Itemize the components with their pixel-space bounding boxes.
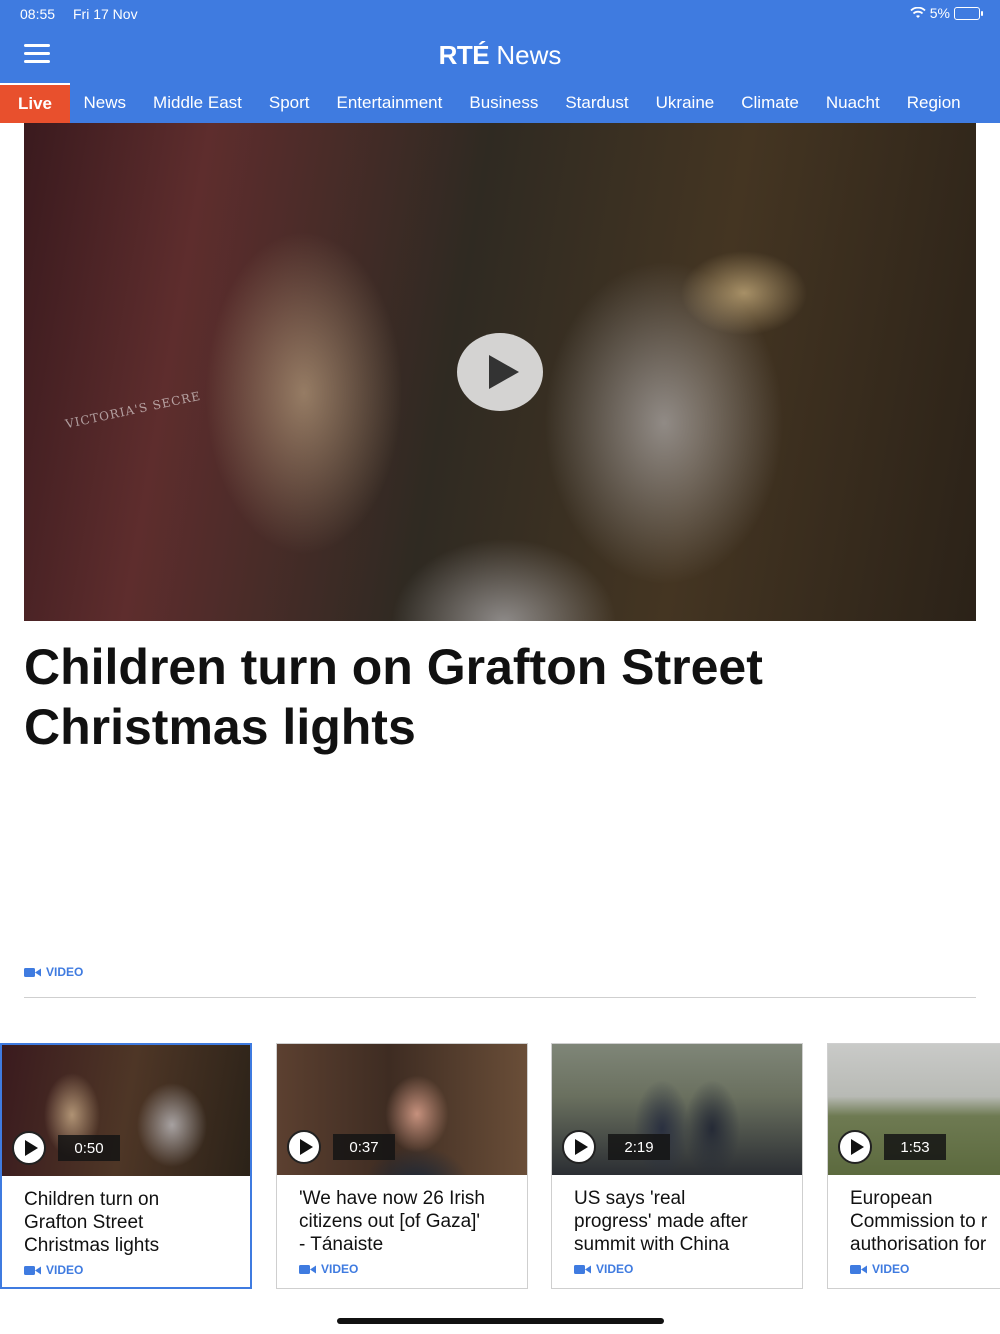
video-card-tag-label: VIDEO: [872, 1262, 910, 1276]
video-duration: 0:50: [58, 1135, 120, 1161]
status-time: 08:55: [20, 6, 56, 22]
wifi-icon: [910, 7, 926, 18]
video-card[interactable]: 0:50 Children turn on Grafton Street Chr…: [0, 1043, 252, 1289]
play-icon[interactable]: [457, 333, 543, 411]
home-indicator[interactable]: [337, 1318, 664, 1324]
video-card-tag: VIDEO: [299, 1262, 358, 1276]
video-thumbnail[interactable]: 1:53: [828, 1044, 1000, 1175]
hero-video-tag: VIDEO: [24, 965, 83, 979]
play-icon[interactable]: [562, 1130, 596, 1164]
video-camera-icon: [850, 1264, 867, 1274]
video-camera-icon: [299, 1264, 316, 1274]
video-thumbnail[interactable]: 0:50: [2, 1045, 250, 1176]
divider: [24, 997, 976, 998]
hero-video[interactable]: VICTORIA'S SECRE: [24, 123, 976, 621]
nav-tab-region[interactable]: Region: [893, 83, 974, 123]
video-thumbnail[interactable]: 0:37: [277, 1044, 527, 1175]
app-header: 08:55 Fri 17 Nov 5% RTÉ News: [0, 0, 1000, 83]
brand-logo-text: News: [496, 40, 562, 70]
video-card[interactable]: 0:37 'We have now 26 Irish citizens out …: [276, 1043, 528, 1289]
video-camera-icon: [24, 967, 41, 977]
nav-tab-entertainment[interactable]: Entertainment: [323, 83, 456, 123]
status-date: Fri 17 Nov: [73, 6, 138, 22]
nav-tab-stardust[interactable]: Stardust: [552, 83, 642, 123]
battery-percent: 5%: [929, 5, 950, 21]
nav-tab-nuacht[interactable]: Nuacht: [812, 83, 893, 123]
video-card-title[interactable]: 'We have now 26 Irish citizens out [of G…: [299, 1187, 527, 1256]
status-indicators: 5%: [910, 5, 983, 21]
play-icon[interactable]: [12, 1131, 46, 1165]
video-card-tag: VIDEO: [24, 1263, 83, 1277]
video-card-tag-label: VIDEO: [46, 1263, 84, 1277]
video-card-tag-label: VIDEO: [321, 1262, 359, 1276]
hero-headline[interactable]: Children turn on Grafton Street Christma…: [24, 637, 924, 757]
video-duration: 0:37: [333, 1134, 395, 1160]
video-card[interactable]: 2:19 US says 'real progress' made after …: [551, 1043, 803, 1289]
nav-tab-ukraine[interactable]: Ukraine: [642, 83, 728, 123]
nav-tab-news[interactable]: News: [70, 83, 140, 123]
video-duration: 1:53: [884, 1134, 946, 1160]
video-camera-icon: [24, 1265, 41, 1275]
video-card-tag: VIDEO: [850, 1262, 909, 1276]
video-card-title[interactable]: Children turn on Grafton Street Christma…: [24, 1188, 250, 1257]
nav-tab-sport[interactable]: Sport: [255, 83, 323, 123]
video-carousel[interactable]: 0:50 Children turn on Grafton Street Chr…: [0, 1043, 1000, 1289]
nav-tab-live[interactable]: Live: [0, 83, 71, 123]
play-icon[interactable]: [287, 1130, 321, 1164]
hero-tag-label: VIDEO: [46, 965, 84, 979]
video-card-tag: VIDEO: [574, 1262, 633, 1276]
video-card[interactable]: 1:53 European Commission to r authorisat…: [827, 1043, 1000, 1289]
video-card-title[interactable]: European Commission to r authorisation f…: [850, 1187, 1000, 1256]
nav-tab-middle-east[interactable]: Middle East: [140, 83, 256, 123]
hero-sign-text: VICTORIA'S SECRE: [64, 388, 203, 432]
video-card-tag-label: VIDEO: [596, 1262, 634, 1276]
brand-logo: RTÉ News: [0, 40, 1000, 71]
nav-tab-business[interactable]: Business: [456, 83, 552, 123]
play-icon[interactable]: [838, 1130, 872, 1164]
nav-tab-climate[interactable]: Climate: [728, 83, 813, 123]
video-thumbnail[interactable]: 2:19: [552, 1044, 802, 1175]
video-camera-icon: [574, 1264, 591, 1274]
section-nav: Live News Middle East Sport Entertainmen…: [0, 83, 1000, 123]
video-duration: 2:19: [608, 1134, 670, 1160]
brand-logo-bold: RTÉ: [438, 40, 490, 70]
video-card-title[interactable]: US says 'real progress' made after summi…: [574, 1187, 802, 1256]
battery-icon: [954, 6, 983, 20]
